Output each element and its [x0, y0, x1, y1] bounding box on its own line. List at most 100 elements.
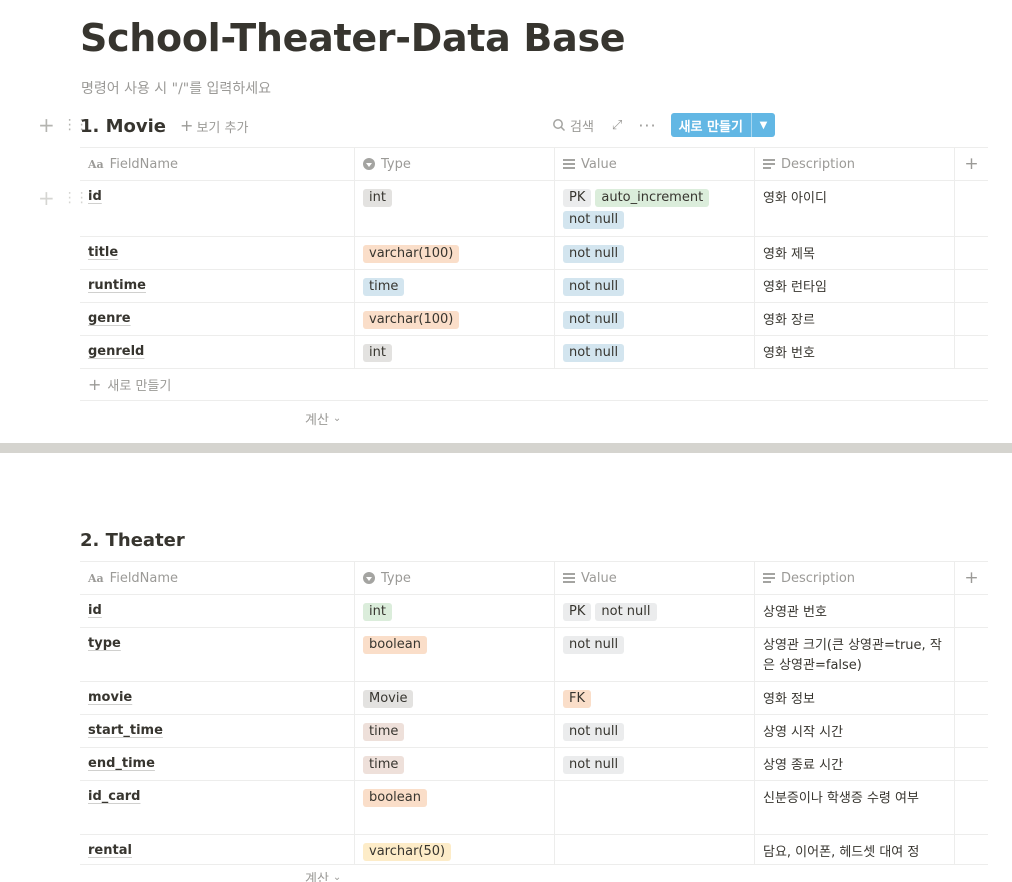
field-name[interactable]: start_time [88, 723, 163, 738]
col-description[interactable]: Description [755, 148, 955, 180]
value-cell[interactable]: not null [555, 270, 755, 302]
empty-cell [955, 181, 988, 236]
fieldname-cell[interactable]: start_time [80, 715, 355, 747]
description-cell[interactable]: 영화 아이디 [755, 181, 955, 236]
movie-new-row-button[interactable]: + 새로 만들기 [80, 369, 988, 401]
field-name[interactable]: id [88, 603, 102, 618]
type-cell[interactable]: time [355, 715, 555, 747]
value-cell[interactable]: not null [555, 336, 755, 368]
value-cell[interactable]: not null [555, 303, 755, 335]
type-cell[interactable]: time [355, 270, 555, 302]
table-row[interactable]: id int PK not null 상영관 번호 [80, 595, 988, 628]
type-cell[interactable]: boolean [355, 628, 555, 681]
theater-db-title[interactable]: 2. Theater [80, 530, 185, 551]
description-cell[interactable]: 담요, 이어폰, 헤드셋 대여 정 [755, 835, 955, 864]
table-row[interactable]: start_time time not null 상영 시작 시간 [80, 715, 988, 748]
value-cell[interactable] [555, 781, 755, 834]
table-row[interactable]: id_card boolean 신분증이나 학생증 수령 여부 [80, 781, 988, 835]
type-cell[interactable]: Movie [355, 682, 555, 714]
description-cell[interactable]: 상영관 번호 [755, 595, 955, 627]
field-name[interactable]: id [88, 189, 102, 204]
type-cell[interactable]: int [355, 595, 555, 627]
value-cell[interactable]: not null [555, 748, 755, 780]
field-name[interactable]: end_time [88, 756, 155, 771]
fieldname-cell[interactable]: id_card [80, 781, 355, 834]
description-cell[interactable]: 영화 제목 [755, 237, 955, 269]
movie-db-title[interactable]: 1. Movie [80, 116, 166, 137]
calculate-button[interactable]: 계산 ⌄ [305, 409, 341, 428]
table-row[interactable]: title varchar(100) not null 영화 제목 [80, 237, 988, 270]
description-cell[interactable]: 영화 번호 [755, 336, 955, 368]
text-lines-icon [763, 159, 775, 169]
table-row[interactable]: type boolean not null 상영관 크기(큰 상영관=true, 작은… [80, 628, 988, 682]
table-row[interactable]: rental varchar(50) 담요, 이어폰, 헤드셋 대여 정 [80, 835, 988, 865]
empty-cell [955, 715, 988, 747]
search-button[interactable]: 검색 [552, 116, 594, 135]
fieldname-cell[interactable]: rental [80, 835, 355, 864]
col-fieldname[interactable]: Aa FieldName [80, 562, 355, 594]
col-description[interactable]: Description [755, 562, 955, 594]
table-row[interactable]: genre varchar(100) not null 영화 장르 [80, 303, 988, 336]
value-cell[interactable]: FK [555, 682, 755, 714]
field-name[interactable]: type [88, 636, 121, 651]
type-cell[interactable]: boolean [355, 781, 555, 834]
expand-icon[interactable]: ⤢ [612, 118, 622, 133]
chevron-down-icon[interactable]: ▼ [750, 113, 775, 137]
col-value[interactable]: Value [555, 562, 755, 594]
type-cell[interactable]: int [355, 181, 555, 236]
table-row[interactable]: id int PK auto_incrementnot null 영화 아이디 [80, 181, 988, 237]
value-cell[interactable] [555, 835, 755, 864]
type-cell[interactable]: varchar(100) [355, 303, 555, 335]
description-cell[interactable]: 영화 정보 [755, 682, 955, 714]
fieldname-cell[interactable]: end_time [80, 748, 355, 780]
field-name[interactable]: genreld [88, 344, 144, 359]
description-cell[interactable]: 상영관 크기(큰 상영관=true, 작은 상영관=false) [755, 628, 955, 681]
field-name[interactable]: title [88, 245, 118, 260]
field-name[interactable]: rental [88, 843, 132, 858]
col-type[interactable]: Type [355, 148, 555, 180]
col-value[interactable]: Value [555, 148, 755, 180]
fieldname-cell[interactable]: movie [80, 682, 355, 714]
field-name[interactable]: genre [88, 311, 131, 326]
value-cell[interactable]: PK auto_incrementnot null [555, 181, 755, 236]
add-row-icon[interactable]: + [38, 188, 55, 208]
description-cell[interactable]: 영화 장르 [755, 303, 955, 335]
fieldname-cell[interactable]: id [80, 595, 355, 627]
add-property-icon[interactable]: + [955, 148, 988, 180]
value-cell[interactable]: PK not null [555, 595, 755, 627]
table-row[interactable]: movie Movie FK 영화 정보 [80, 682, 988, 715]
col-fieldname[interactable]: Aa FieldName [80, 148, 355, 180]
type-cell[interactable]: varchar(100) [355, 237, 555, 269]
type-cell[interactable]: varchar(50) [355, 835, 555, 864]
description-cell[interactable]: 신분증이나 학생증 수령 여부 [755, 781, 955, 834]
value-cell[interactable]: not null [555, 237, 755, 269]
add-block-icon[interactable]: + [38, 115, 55, 135]
description-cell[interactable]: 상영 종료 시간 [755, 748, 955, 780]
fieldname-cell[interactable]: title [80, 237, 355, 269]
field-name[interactable]: movie [88, 690, 132, 705]
type-cell[interactable]: time [355, 748, 555, 780]
table-row[interactable]: end_time time not null 상영 종료 시간 [80, 748, 988, 781]
calculate-button[interactable]: 계산 ⌄ [305, 868, 341, 882]
value-cell[interactable]: not null [555, 715, 755, 747]
new-button[interactable]: 새로 만들기 ▼ [670, 113, 775, 137]
type-cell[interactable]: int [355, 336, 555, 368]
table-row[interactable]: runtime time not null 영화 런타임 [80, 270, 988, 303]
add-property-icon[interactable]: + [955, 562, 988, 594]
fieldname-cell[interactable]: id [80, 181, 355, 236]
col-type[interactable]: Type [355, 562, 555, 594]
new-button-label[interactable]: 새로 만들기 [670, 113, 751, 137]
field-name[interactable]: id_card [88, 789, 140, 804]
more-options-icon[interactable]: ··· [638, 116, 656, 135]
value-cell[interactable]: not null [555, 628, 755, 681]
description-cell[interactable]: 영화 런타임 [755, 270, 955, 302]
table-row[interactable]: genreld int not null 영화 번호 [80, 336, 988, 369]
fieldname-cell[interactable]: type [80, 628, 355, 681]
fieldname-cell[interactable]: genre [80, 303, 355, 335]
description-cell[interactable]: 상영 시작 시간 [755, 715, 955, 747]
fieldname-cell[interactable]: genreld [80, 336, 355, 368]
page-title[interactable]: School-Theater-Data Base [80, 16, 626, 60]
field-name[interactable]: runtime [88, 278, 146, 293]
add-view-button[interactable]: + 보기 추가 [180, 117, 248, 136]
fieldname-cell[interactable]: runtime [80, 270, 355, 302]
